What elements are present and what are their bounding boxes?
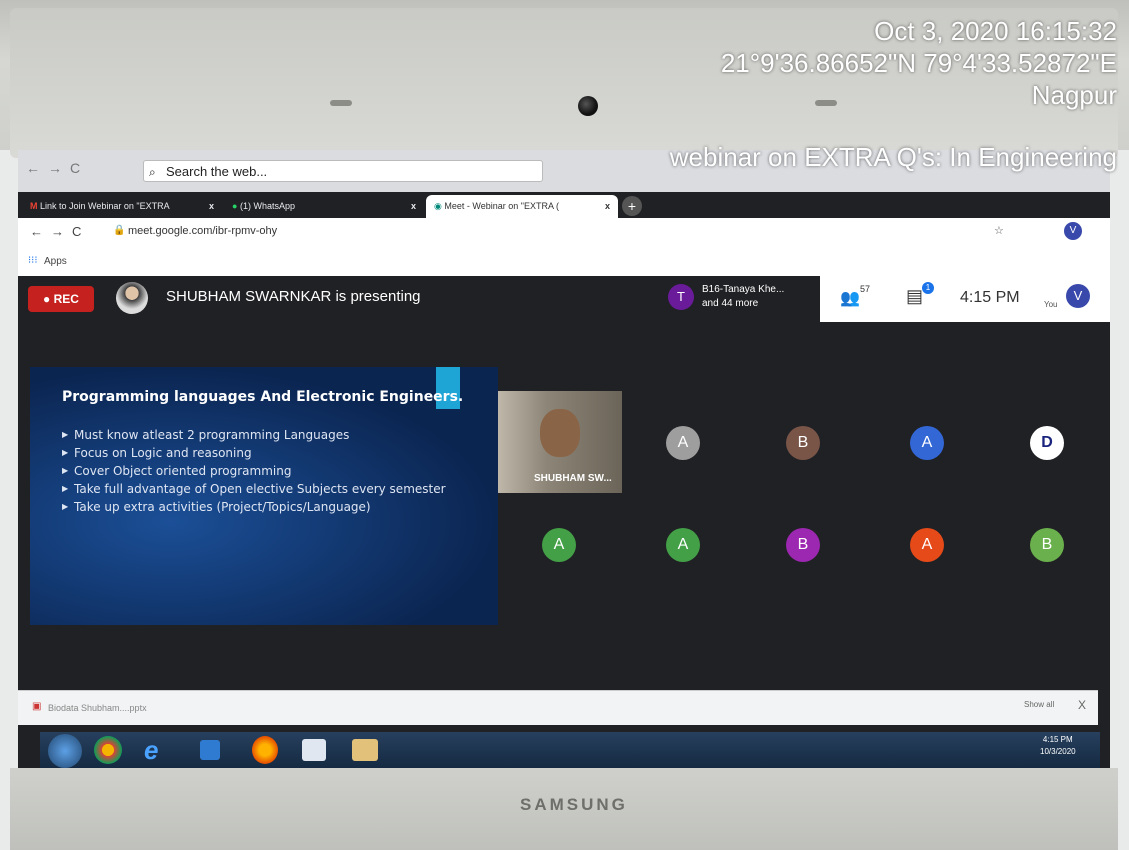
bezel-mark (330, 100, 352, 106)
slide-title: Programming languages And Electronic Eng… (62, 389, 464, 405)
ie-icon[interactable]: e (144, 736, 180, 764)
slide-bullet: Take up extra activities (Project/Topics… (62, 499, 462, 515)
tab-whatsapp[interactable]: ● (1) WhatsApp x (224, 195, 424, 218)
slide-bullet: Cover Object oriented programming (62, 463, 462, 479)
tab-title: Link to Join Webinar on "EXTRA (40, 201, 170, 211)
tab-meet[interactable]: ◉ Meet - Webinar on "EXTRA ( x (426, 195, 618, 218)
close-icon[interactable]: x (209, 195, 214, 218)
participant-avatar-tile[interactable]: A (910, 528, 944, 562)
bezel-mark (815, 100, 837, 106)
show-all-link[interactable]: Show all (1024, 700, 1054, 709)
rec-label: REC (53, 292, 79, 306)
profile-avatar[interactable]: V (1064, 222, 1082, 240)
slide-bullets: Must know atleast 2 programming Language… (62, 427, 462, 517)
you-label: You (1044, 300, 1058, 309)
address-bar: ←→C 🔒 meet.google.com/ibr-rpmv-ohy ☆ V (18, 218, 1110, 249)
nav-arrows-icon[interactable]: ←→C (30, 224, 89, 239)
media-player-icon[interactable] (200, 740, 220, 760)
participant-avatar-tile[interactable]: A (666, 528, 700, 562)
overlay-coordinates: 21°9'36.86652"N 79°4'33.52872"E (720, 48, 1117, 78)
download-bar: ▣ Biodata Shubham....pptx Show all X (18, 690, 1098, 725)
search-placeholder: Search the web... (166, 164, 268, 179)
search-icon: ⌕ (149, 165, 156, 179)
meet-clock: 4:15 PM (960, 289, 1020, 306)
star-icon[interactable]: ☆ (994, 224, 1004, 237)
rec-badge: ● REC (28, 286, 94, 312)
tray-time: 4:15 PM (1042, 735, 1073, 744)
close-icon[interactable]: x (411, 195, 416, 218)
windows-taskbar: e 4:15 PM 10/3/2020 (40, 732, 1100, 768)
url-field[interactable]: meet.google.com/ibr-rpmv-ohy (128, 225, 277, 237)
overlay-city: Nagpur (1031, 80, 1117, 110)
laptop-brand: SAMSUNG (520, 795, 628, 814)
presenter-face (540, 409, 580, 457)
presenting-text: SHUBHAM SWARNKAR is presenting (166, 288, 421, 305)
download-file[interactable]: Biodata Shubham....pptx (48, 703, 147, 713)
start-button[interactable] (48, 734, 82, 768)
close-icon[interactable]: x (605, 195, 610, 218)
gmail-icon: M (30, 201, 38, 211)
webcam-icon (578, 96, 598, 116)
overlay-event: webinar on EXTRA Q's: In Engineering (669, 142, 1117, 172)
search-web-input[interactable]: ⌕ Search the web... (143, 160, 543, 182)
participant-more: and 44 more (702, 298, 759, 309)
apps-link[interactable]: Apps (44, 256, 67, 267)
participant-avatar-tile[interactable]: B (1030, 528, 1064, 562)
participant-avatar-tile[interactable]: D (1030, 426, 1064, 460)
participant-avatar-tile[interactable]: B (786, 426, 820, 460)
presenter-video-tile[interactable]: SHUBHAM SW... (498, 391, 622, 493)
people-count: 57 (860, 284, 871, 294)
tray-clock[interactable]: 4:15 PM 10/3/2020 (1040, 734, 1076, 758)
slide-bullet: Must know atleast 2 programming Language… (62, 427, 462, 443)
participant-avatar-tile[interactable]: A (666, 426, 700, 460)
meet-icon: ◉ (434, 201, 442, 211)
apps-grid-icon[interactable]: ⁝⁝⁝ (28, 255, 38, 266)
presenter-avatar (116, 282, 148, 314)
video-tile-name: SHUBHAM SW... (534, 473, 612, 484)
whatsapp-icon: ● (232, 201, 238, 211)
new-tab-icon[interactable]: + (622, 196, 642, 216)
laptop-screen: ←→C ⌕ Search the web... M Link to Join W… (18, 150, 1110, 768)
firefox-icon[interactable] (252, 736, 278, 764)
you-avatar[interactable]: V (1066, 284, 1090, 308)
tab-title: (1) WhatsApp (239, 201, 295, 211)
presentation-slide: Programming languages And Electronic Eng… (30, 367, 498, 625)
participant-avatar-tile[interactable]: A (542, 528, 576, 562)
folder-icon[interactable] (352, 739, 378, 761)
tab-title: Meet - Webinar on "EXTRA ( (444, 201, 559, 211)
nav-arrows-icon[interactable]: ←→C (26, 160, 88, 176)
people-icon[interactable]: 👥 (840, 288, 860, 308)
participant-avatar-tile[interactable]: B (786, 528, 820, 562)
tray-date: 10/3/2020 (1040, 747, 1076, 756)
chat-icon[interactable]: ▤ (906, 286, 923, 307)
tab-strip: M Link to Join Webinar on "EXTRA x ● (1)… (18, 192, 1110, 218)
file-icon: ▣ (32, 701, 42, 712)
tab-gmail[interactable]: M Link to Join Webinar on "EXTRA x (22, 195, 222, 218)
chrome-icon[interactable] (94, 736, 122, 764)
slide-bullet: Take full advantage of Open elective Sub… (62, 481, 462, 497)
close-icon[interactable]: X (1078, 698, 1086, 712)
overlay-datetime: Oct 3, 2020 16:15:32 (874, 16, 1117, 46)
bookmarks-bar: ⁝⁝⁝ Apps (18, 248, 1110, 277)
participant-avatar: T (668, 284, 694, 310)
document-icon[interactable] (302, 739, 326, 761)
participant-avatar-tile[interactable]: A (910, 426, 944, 460)
meet-controls-panel: 👥 57 ▤ 1 4:15 PM You V (820, 276, 1110, 322)
lock-icon: 🔒 (113, 225, 126, 236)
slide-bullet: Focus on Logic and reasoning (62, 445, 462, 461)
chat-badge: 1 (922, 282, 934, 294)
participant-name: B16-Tanaya Khe... (702, 284, 785, 295)
